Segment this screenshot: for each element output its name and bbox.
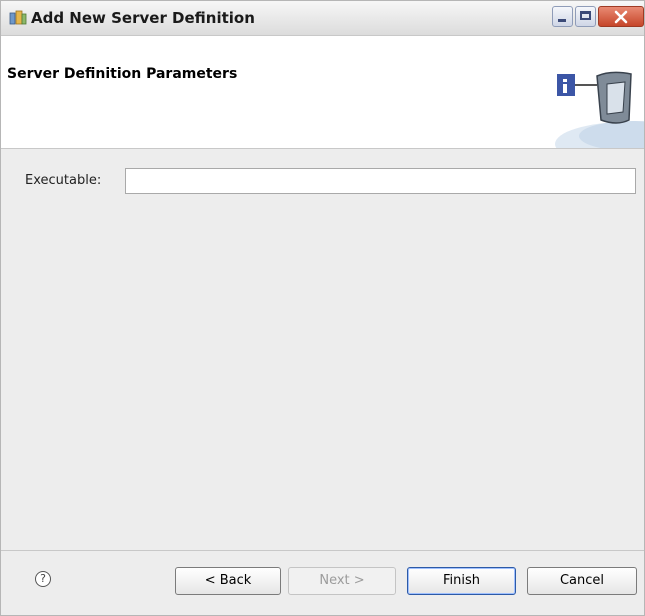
server-definition-icon <box>9 9 27 27</box>
page-heading: Server Definition Parameters <box>7 66 238 82</box>
finish-button[interactable]: Finish <box>407 567 516 595</box>
minimize-button[interactable] <box>552 6 573 27</box>
dialog-window: Add New Server Definition Server Definit… <box>0 0 645 616</box>
maximize-button[interactable] <box>575 6 596 27</box>
help-icon[interactable]: ? <box>35 571 51 587</box>
executable-input[interactable] <box>125 168 636 194</box>
wizard-header: Server Definition Parameters <box>1 36 645 166</box>
server-info-banner-icon <box>541 64 645 166</box>
next-button: Next > <box>288 567 396 595</box>
title-bar[interactable]: Add New Server Definition <box>1 1 644 36</box>
window-title: Add New Server Definition <box>31 9 255 27</box>
close-icon <box>614 10 628 24</box>
close-button[interactable] <box>598 6 644 27</box>
back-button[interactable]: < Back <box>175 567 281 595</box>
executable-label: Executable: <box>25 173 102 188</box>
footer-divider <box>1 550 644 551</box>
cancel-button[interactable]: Cancel <box>527 567 637 595</box>
